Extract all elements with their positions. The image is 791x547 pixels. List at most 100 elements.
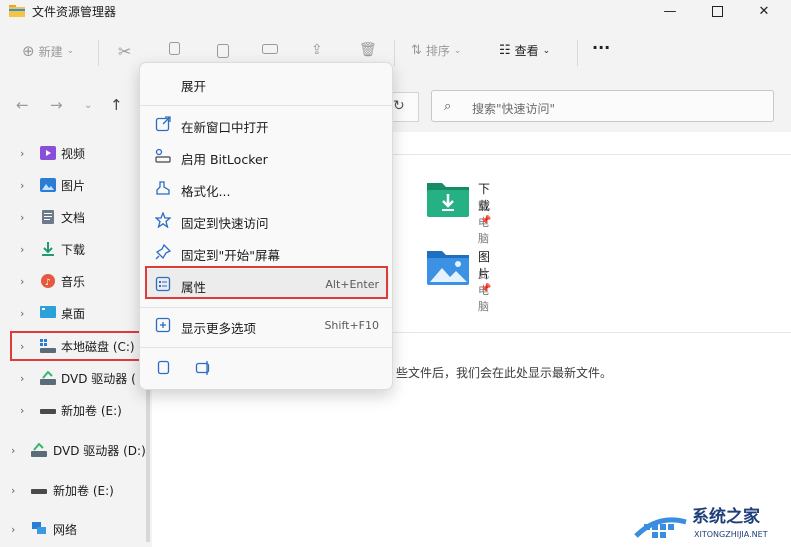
up-arrow-icon[interactable]: ↑ (110, 96, 123, 114)
chevron-down-icon: ⌄ (542, 45, 551, 56)
close-button[interactable]: ✕ (744, 0, 784, 22)
sidebar-item-label: 文档 (61, 210, 86, 225)
menu-item-expand[interactable]: 展开 (145, 68, 389, 98)
divider (394, 40, 395, 66)
menu-item-more-options[interactable]: 显示更多选项 Shift+F10 (145, 310, 389, 340)
chevron-right-icon[interactable]: › (20, 275, 24, 288)
menu-copy-button[interactable] (145, 353, 175, 383)
sidebar-item-label: 新加卷 (E:) (61, 403, 122, 418)
pictures-icon (40, 178, 56, 192)
context-menu: 展开 在新窗口中打开 启用 BitLocker 格式化... 固定到快速访问 固… (139, 62, 393, 390)
watermark-logo: 系统之家 XITONGZHIJIA.NET (634, 506, 768, 539)
menu-separator (140, 347, 392, 348)
highlight-properties (145, 266, 388, 299)
sidebar-item-new-volume-e2[interactable]: › 新加卷 (E:) (0, 477, 150, 503)
scissors-icon: ✂ (118, 42, 132, 61)
divider (577, 40, 578, 66)
folder-icon (9, 5, 25, 17)
more-options-icon (155, 317, 171, 333)
title-bar: 文件资源管理器 — ✕ (0, 0, 791, 22)
copy-icon (157, 360, 170, 375)
pin-icon (155, 244, 171, 260)
recent-chevron-icon[interactable]: ⌄ (84, 100, 92, 111)
menu-item-label: 格式化... (181, 184, 231, 199)
sidebar-item-network[interactable]: › 网络 (0, 516, 150, 542)
menu-rename-button[interactable] (185, 353, 215, 383)
menu-item-open-new-window[interactable]: 在新窗口中打开 (145, 109, 389, 139)
paste-icon (217, 44, 229, 58)
rename-button[interactable] (262, 42, 278, 56)
open-new-window-icon (155, 116, 171, 132)
plus-circle-icon: ⊕ (22, 42, 35, 60)
watermark-url: XITONGZHIJIA.NET (694, 530, 768, 539)
sidebar-item-label: 音乐 (61, 274, 86, 289)
rename-icon (262, 44, 278, 54)
chevron-right-icon[interactable]: › (11, 484, 15, 497)
sidebar-item-dvd-drive[interactable]: › DVD 驱动器 ( (0, 365, 150, 391)
refresh-icon: ↻ (393, 98, 405, 114)
chevron-right-icon[interactable]: › (20, 307, 24, 320)
sidebar-item-pictures[interactable]: › 图片 (0, 172, 150, 198)
sort-button[interactable]: ⇅ 排序 ⌄ (411, 42, 461, 59)
back-arrow-icon[interactable]: ← (16, 96, 29, 114)
recent-files-message: 些文件后，我们会在此处显示最新文件。 (396, 366, 613, 380)
document-icon (40, 210, 56, 224)
sidebar-item-label: DVD 驱动器 (D:) (53, 443, 146, 458)
chevron-right-icon[interactable]: › (20, 243, 24, 256)
trash-icon: 🗑 (359, 42, 377, 58)
menu-separator (140, 105, 392, 106)
share-icon: ⇪ (311, 42, 323, 58)
search-placeholder: 搜索"快速访问" (472, 102, 556, 116)
menu-item-bitlocker[interactable]: 启用 BitLocker (145, 141, 389, 171)
minimize-button[interactable]: — (650, 0, 690, 22)
chevron-right-icon[interactable]: › (20, 404, 24, 417)
chevron-right-icon[interactable]: › (20, 179, 24, 192)
sidebar-item-label: 图片 (61, 178, 86, 193)
copy-button[interactable] (167, 42, 181, 58)
chevron-right-icon[interactable]: › (11, 523, 15, 536)
sidebar-item-label: 桌面 (61, 306, 86, 321)
sidebar-item-label: 下载 (61, 242, 86, 257)
cut-button[interactable]: ✂ (118, 42, 131, 61)
maximize-button[interactable] (697, 0, 737, 22)
bitlocker-key-icon (155, 148, 171, 163)
chevron-right-icon[interactable]: › (11, 444, 15, 457)
drive-icon (31, 483, 47, 497)
sort-icon: ⇅ (411, 43, 422, 58)
sidebar-item-documents[interactable]: › 文档 (0, 204, 150, 230)
menu-item-pin-quick-access[interactable]: 固定到快速访问 (145, 205, 389, 235)
menu-item-label: 在新窗口中打开 (181, 120, 269, 135)
view-button[interactable]: ☷ 查看 ⌄ (499, 42, 550, 59)
sidebar-item-new-volume-e[interactable]: › 新加卷 (E:) (0, 397, 150, 423)
sidebar-item-downloads[interactable]: › 下载 (0, 236, 150, 262)
new-button[interactable]: ⊕ 新建 ⌄ (22, 42, 74, 60)
divider (392, 332, 791, 333)
chevron-right-icon[interactable]: › (20, 147, 24, 160)
paste-button[interactable] (216, 42, 230, 58)
menu-item-label: 启用 BitLocker (181, 152, 268, 167)
divider (98, 40, 99, 66)
pictures-folder-icon (427, 251, 469, 285)
more-button[interactable]: ··· (592, 38, 610, 57)
view-label: 查看 (514, 44, 539, 58)
share-button[interactable]: ⇪ (311, 42, 323, 58)
video-icon (40, 146, 56, 160)
forward-arrow-icon[interactable]: → (50, 96, 63, 114)
command-bar: ⊕ 新建 ⌄ ✂ ⇪ 🗑 ⇅ 排序 ⌄ ☷ 查看 ⌄ ··· (0, 30, 791, 76)
chevron-right-icon[interactable]: › (20, 372, 24, 385)
window-title: 文件资源管理器 (32, 5, 117, 19)
sidebar-item-desktop[interactable]: › 桌面 (0, 300, 150, 326)
delete-button[interactable]: 🗑 (359, 42, 377, 58)
search-input[interactable]: ⌕ 搜索"快速访问" (431, 90, 774, 122)
sidebar-item-dvd-drive-d[interactable]: › DVD 驱动器 (D:) (0, 437, 150, 463)
menu-item-pin-start[interactable]: 固定到"开始"屏幕 (145, 237, 389, 267)
site-watermark: 系统之家 XITONGZHIJIA.NET (628, 500, 788, 544)
chevron-right-icon[interactable]: › (20, 211, 24, 224)
download-icon (40, 242, 56, 256)
chevron-down-icon: ⌄ (66, 46, 75, 56)
sidebar-item-music[interactable]: › ♪ 音乐 (0, 268, 150, 294)
sidebar-item-videos[interactable]: › 视频 (0, 140, 150, 166)
menu-item-format[interactable]: 格式化... (145, 173, 389, 203)
view-icon: ☷ (499, 43, 511, 58)
sidebar-item-label: 网络 (53, 522, 78, 537)
